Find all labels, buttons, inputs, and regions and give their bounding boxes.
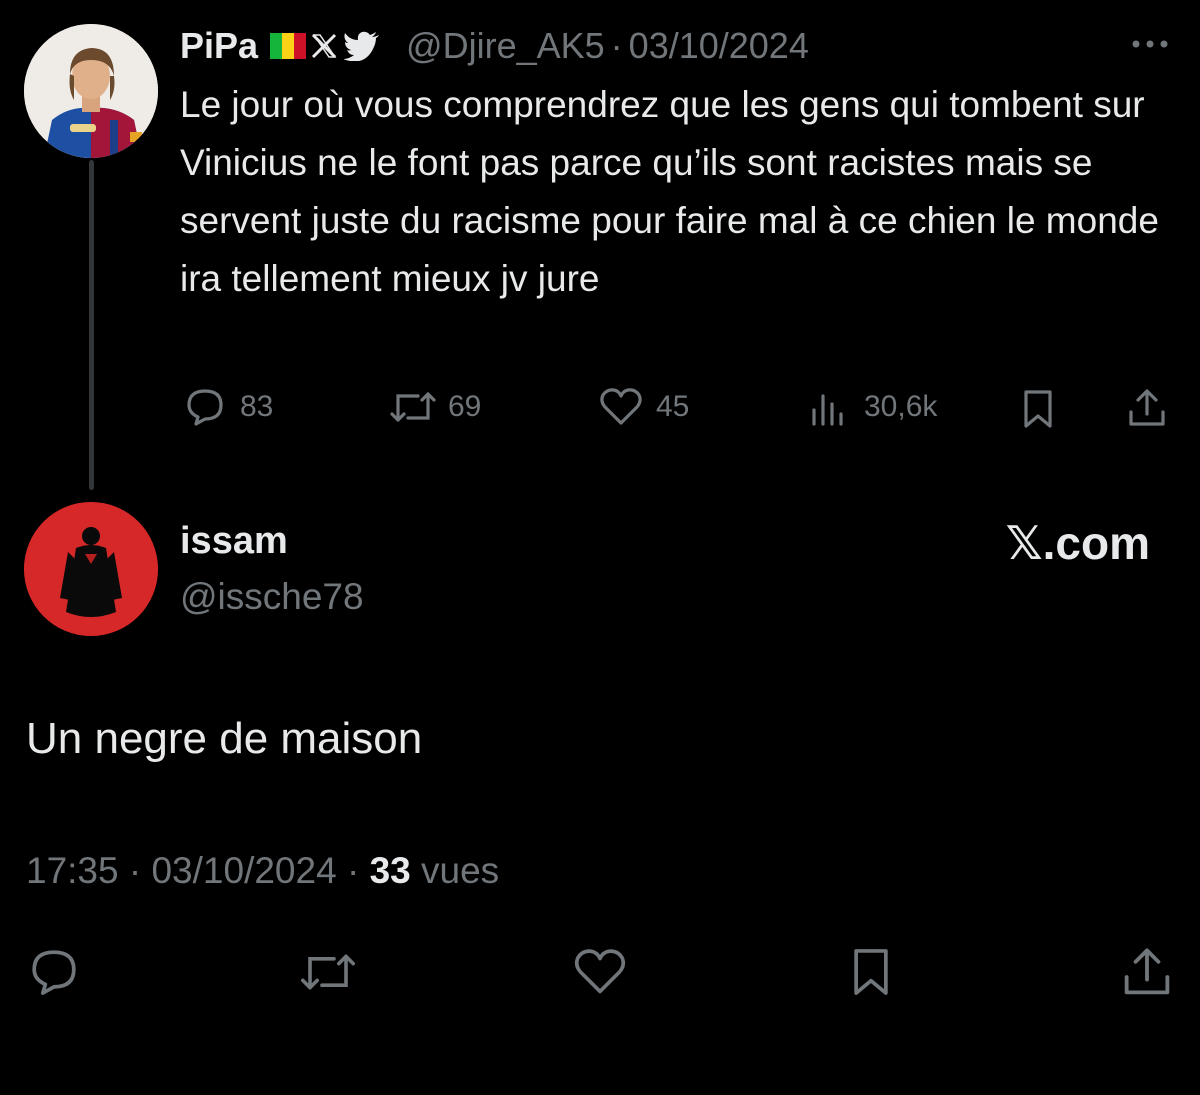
issam-avatar[interactable] (24, 502, 158, 636)
meta-separator-2: · (346, 850, 360, 891)
x-logo-icon (310, 32, 338, 60)
parent-tweet-header: PiPa @Djire_AK5 · 03/10/2024 (180, 22, 809, 70)
pipa-display-name[interactable]: PiPa (180, 25, 258, 67)
reply-icon (184, 386, 226, 428)
twitter-bird-icon (344, 31, 380, 61)
reply-views-label: vues (421, 850, 500, 891)
repost-count: 69 (448, 390, 482, 423)
more-options-icon[interactable] (1128, 34, 1172, 54)
reply-action[interactable]: 83 (184, 386, 273, 428)
parent-tweet-date[interactable]: 03/10/2024 (629, 25, 809, 67)
views-count: 30,6k (864, 390, 938, 423)
reply-tweet-time[interactable]: 17:35 (26, 850, 119, 891)
pipa-handle[interactable]: @Djire_AK5 (406, 25, 605, 67)
reply-tweet-date[interactable]: 03/10/2024 (151, 850, 336, 891)
heart-icon (598, 386, 644, 428)
mali-flag-icon (270, 33, 307, 59)
like-count: 45 (656, 390, 690, 423)
thread-line (89, 160, 94, 490)
reply-tweet-bookmark-icon[interactable] (846, 946, 896, 998)
x-com-watermark: 𝕏.com (1005, 517, 1150, 569)
reply-tweet-repost-icon[interactable] (298, 946, 358, 998)
reply-tweet-share-icon[interactable] (1120, 944, 1174, 1000)
reply-count: 83 (240, 390, 274, 423)
reply-tweet-like-icon[interactable] (572, 946, 628, 998)
meta-separator: · (128, 850, 142, 891)
like-action[interactable]: 45 (598, 386, 689, 428)
parent-tweet-text: Le jour où vous comprendrez que les gens… (180, 84, 1159, 299)
bookmark-icon[interactable] (1018, 388, 1058, 430)
reply-views-count[interactable]: 33 (370, 850, 411, 891)
header-separator: · (610, 25, 623, 66)
reply-tweet-meta: 17:35 · 03/10/2024 · 33 vues (26, 850, 499, 892)
reply-tweet-text: Un negre de maison (26, 714, 423, 763)
issam-display-name[interactable]: issam (180, 520, 288, 563)
views-action[interactable]: 30,6k (810, 386, 937, 428)
views-icon (810, 386, 850, 428)
share-icon[interactable] (1126, 386, 1168, 430)
reply-tweet-reply-icon[interactable] (26, 946, 82, 998)
repost-action[interactable]: 69 (388, 386, 481, 428)
issam-handle[interactable]: @issche78 (180, 576, 364, 618)
repost-icon (388, 386, 438, 428)
pipa-avatar[interactable] (24, 24, 158, 158)
